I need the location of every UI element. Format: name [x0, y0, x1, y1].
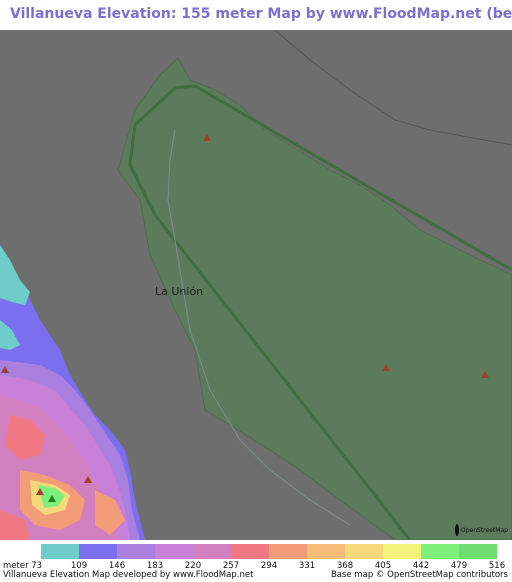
- legend-swatch: [345, 544, 383, 559]
- legend-swatch: [231, 544, 269, 559]
- osm-logo: OpenStreetMap: [455, 522, 508, 538]
- legend-swatch: [193, 544, 231, 559]
- legend-swatch: [459, 544, 497, 559]
- legend-swatch: [155, 544, 193, 559]
- legend-swatch: [421, 544, 459, 559]
- footer-attribution: Base map © OpenStreetMap contributors: [330, 570, 508, 580]
- elevation-legend: meter 73 109 146 183 220 257 294 331 368 405 442 47…: [0, 540, 512, 582]
- osm-logo-label: OpenStreetMap: [461, 526, 508, 534]
- legend-swatch: [79, 544, 117, 559]
- legend-tick: 294: [260, 561, 278, 571]
- legend-swatch: [117, 544, 155, 559]
- legend-swatches: [41, 544, 497, 559]
- map-canvas: [0, 30, 512, 540]
- footer-credit: Villanueva Elevation Map developed by ww…: [3, 570, 254, 580]
- page-title: Villanueva Elevation: 155 meter Map by w…: [10, 6, 512, 22]
- legend-swatch: [307, 544, 345, 559]
- osm-logo-icon: [455, 524, 459, 536]
- legend-swatch: [269, 544, 307, 559]
- place-label: La Unión: [155, 285, 204, 298]
- legend-swatch: [41, 544, 79, 559]
- elevation-map[interactable]: La Unión OpenStreetMap: [0, 30, 512, 540]
- legend-swatch: [383, 544, 421, 559]
- legend-tick: 331: [298, 561, 316, 571]
